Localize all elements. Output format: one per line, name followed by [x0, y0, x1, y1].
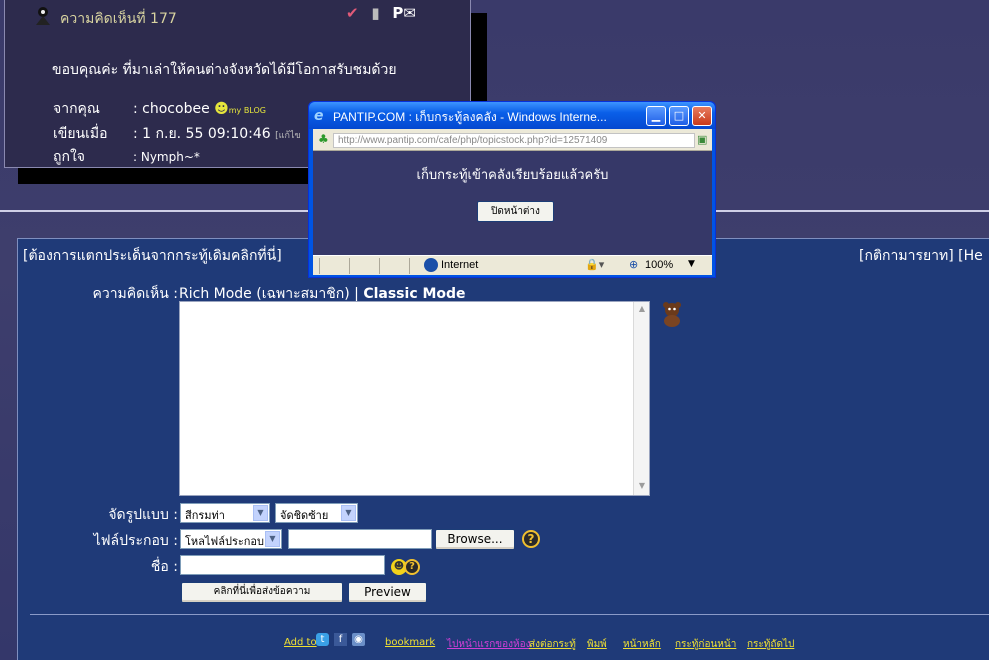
security-zone: Internet	[441, 259, 479, 271]
mode-separator: |	[354, 286, 359, 302]
comment-body: ขอบคุณค่ะ ที่มาเล่าให้คนต่างจังหวัดได้มี…	[52, 62, 397, 78]
preview-button[interactable]: Preview	[348, 582, 427, 603]
classic-mode-link[interactable]: Classic Mode	[363, 286, 465, 302]
attach-type-select[interactable]: โหลไฟล์ประกอบ ▼	[180, 529, 282, 549]
comment-from: จากคุณ : chocobee ☻my BLOG	[53, 98, 266, 120]
scroll-down-icon[interactable]: ▼	[636, 481, 648, 493]
comment-textarea[interactable]: ▲ ▼	[179, 301, 650, 496]
branch-link[interactable]: [ต้องการแตกประเด็นจากกระทู้เดิมคลิกที่นี…	[23, 245, 282, 267]
popup-content: เก็บกระทู้เข้าคลังเรียบร้อยแล้วครับ ปิดห…	[313, 151, 712, 255]
check-icon[interactable]: ✔	[346, 4, 359, 22]
browse-button[interactable]: Browse...	[435, 529, 515, 550]
separator-bottom	[30, 614, 989, 615]
popup-titlebar[interactable]: e PANTIP.COM : เก็บกระทู้ลงคลัง - Window…	[309, 102, 715, 129]
rich-mode-link[interactable]: Rich Mode (เฉพาะสมาชิก)	[179, 286, 350, 302]
zoom-icon: ⊕	[629, 258, 639, 271]
popup-title: PANTIP.COM : เก็บกระทู้ลงคลัง - Windows …	[333, 110, 607, 124]
format-color-value: สีกรมท่า	[185, 509, 225, 522]
posted-value: : 1 ก.ย. 55 09:10:46	[133, 126, 271, 142]
attach-type-value: โหลไฟล์ประกอบ	[185, 535, 265, 548]
rules-link[interactable]: [กติกามารยาท] [He	[859, 245, 983, 267]
file-path-input[interactable]	[288, 529, 432, 549]
popup-window: e PANTIP.COM : เก็บกระทู้ลงคลัง - Window…	[308, 101, 716, 278]
add-to-label[interactable]: Add to	[284, 637, 317, 648]
attach-label: ไฟล์ประกอบ :	[93, 533, 178, 549]
next-topic-link[interactable]: กระทู้ถัดไป	[747, 637, 794, 652]
ie-icon: e	[314, 108, 324, 124]
trash-icon[interactable]: ▮	[371, 4, 379, 22]
posted-label: เขียนเมื่อ	[53, 126, 108, 142]
format-align-select[interactable]: จัดชิดซ้าย ▼	[275, 503, 358, 523]
zoom-dropdown-icon[interactable]: ▼	[688, 259, 695, 269]
comment-actions: ✔ ▮ P✉	[346, 4, 424, 22]
reply-panel: [ต้องการแตกประเด็นจากกระทู้เดิมคลิกที่นี…	[17, 238, 989, 660]
from-label: จากคุณ	[53, 101, 100, 117]
help-icon[interactable]: ?	[522, 530, 540, 548]
format-label: จัดรูปแบบ :	[108, 507, 178, 523]
share-icon[interactable]: ◉	[352, 633, 365, 646]
submit-button[interactable]: คลิกที่นี่เพื่อส่งข้อความ	[181, 582, 343, 603]
bear-emoticon-icon[interactable]	[660, 301, 684, 327]
name-label: ชื่อ :	[150, 559, 178, 575]
popup-message: เก็บกระทู้เข้าคลังเรียบร้อยแล้วครับ	[416, 168, 609, 183]
prev-topic-link[interactable]: กระทู้ก่อนหน้า	[675, 637, 736, 652]
forward-topic-link[interactable]: ส่งต่อกระทู้	[529, 637, 576, 652]
message-icon[interactable]: P✉	[392, 4, 416, 22]
comment-number: ความคิดเห็นที่ 177	[60, 11, 177, 27]
comment-header: ความคิดเห็นที่ 177	[36, 7, 177, 30]
home-link[interactable]: หน้าหลัก	[623, 637, 661, 652]
edit-tag: [แก้ไข	[275, 131, 301, 141]
facebook-icon[interactable]: f	[334, 633, 347, 646]
likes-label: ถูกใจ	[53, 149, 85, 165]
format-align-value: จัดชิดซ้าย	[280, 509, 329, 522]
popup-status-bar: Internet 🔒▾ ⊕ 100% ▼	[313, 255, 712, 275]
myblog-tag[interactable]: my BLOG	[229, 106, 266, 115]
popup-url[interactable]: http://www.pantip.com/cafe/php/topicstoc…	[333, 133, 695, 148]
comment-likes: ถูกใจ : Nymph~*	[53, 146, 200, 168]
minimize-button[interactable]: ▁	[646, 106, 666, 126]
avatar-icon	[36, 7, 50, 25]
twitter-icon[interactable]: t	[316, 633, 329, 646]
cactus-icon: ♣	[318, 132, 329, 146]
close-window-button[interactable]: ✕	[692, 106, 712, 126]
scroll-up-icon[interactable]: ▲	[636, 304, 648, 316]
from-value[interactable]: : chocobee	[133, 101, 210, 117]
print-link[interactable]: พิมพ์	[587, 637, 607, 652]
likes-value: : Nymph~*	[133, 150, 200, 164]
chevron-down-icon: ▼	[253, 505, 268, 521]
protected-mode-icon[interactable]: 🔒▾	[585, 258, 604, 271]
help-icon-small[interactable]: ?	[404, 559, 420, 575]
chevron-down-icon: ▼	[341, 505, 356, 521]
comment-posted: เขียนเมื่อ : 1 ก.ย. 55 09:10:46 [แก้ไข	[53, 123, 301, 145]
room-home-link[interactable]: ไปหน้าแรกของห้อง	[447, 637, 531, 652]
comment-label: ความคิดเห็น :	[92, 286, 178, 302]
close-popup-button[interactable]: ปิดหน้าต่าง	[477, 201, 554, 222]
name-input[interactable]	[180, 555, 385, 575]
maximize-button[interactable]: □	[669, 106, 689, 126]
bookmark-link[interactable]: bookmark	[385, 637, 435, 648]
chevron-down-icon: ▼	[265, 531, 280, 547]
format-color-select[interactable]: สีกรมท่า ▼	[180, 503, 270, 523]
smiley-icon: ☻	[214, 101, 229, 117]
zoom-level[interactable]: 100%	[645, 259, 673, 271]
page-icon: ▣	[697, 133, 708, 146]
popup-address-bar: ♣ http://www.pantip.com/cafe/php/topicst…	[313, 129, 712, 151]
globe-icon	[424, 258, 438, 272]
textarea-scrollbar[interactable]: ▲ ▼	[633, 302, 649, 495]
